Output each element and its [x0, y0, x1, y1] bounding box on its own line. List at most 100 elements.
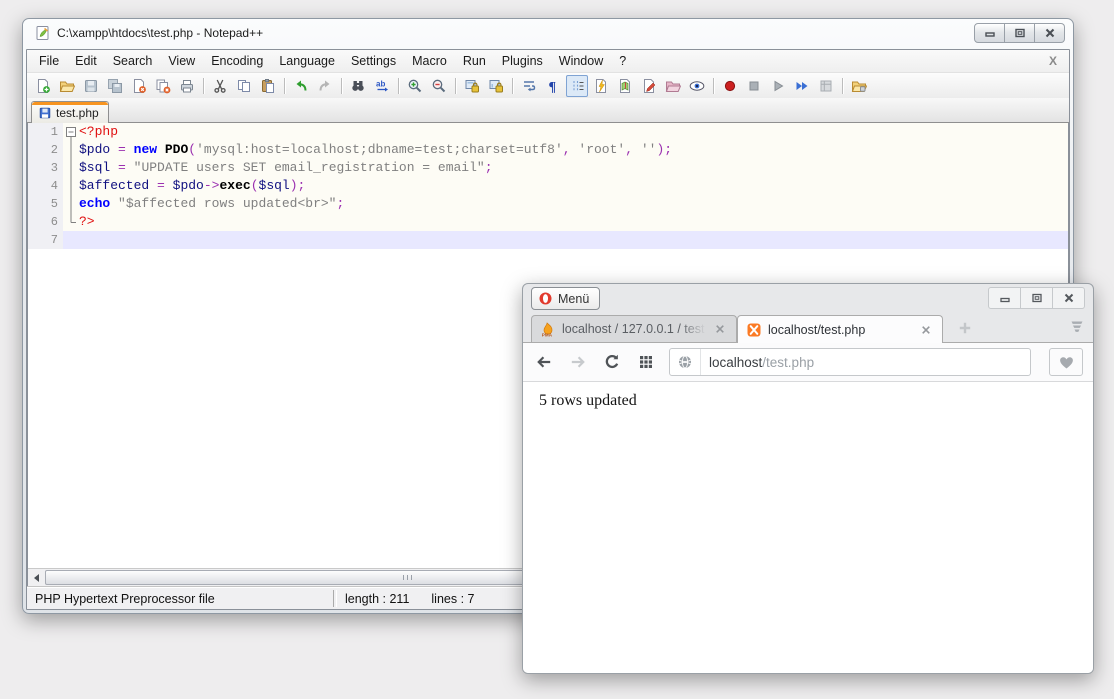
scroll-left-button[interactable]	[28, 569, 45, 586]
scrollbar-grip-icon	[403, 575, 413, 580]
opera-menu-button[interactable]: Menü	[531, 287, 600, 310]
indent-guide-icon	[569, 78, 585, 94]
open-file-button[interactable]	[56, 75, 78, 97]
code-line-5[interactable]: 5echo "$affected rows updated<br>";	[28, 195, 1068, 213]
code-line-4[interactable]: 4$affected = $pdo->exec($sql);	[28, 177, 1068, 195]
code-line-6[interactable]: 6?>	[28, 213, 1068, 231]
close-button[interactable]	[1053, 287, 1085, 309]
close-button[interactable]	[1035, 23, 1065, 43]
browser-tab-1[interactable]: PMAlocalhost / 127.0.0.1 / test	[531, 315, 737, 342]
undo-button[interactable]	[290, 75, 312, 97]
play-macro-button[interactable]	[767, 75, 789, 97]
site-badge[interactable]	[670, 349, 701, 375]
sync-horizontal-scrolling-icon	[488, 78, 504, 94]
fold-collapse-icon[interactable]	[63, 123, 79, 141]
sync-vertical-scrolling-button[interactable]	[461, 75, 483, 97]
menu-item-window[interactable]: Window	[551, 50, 611, 72]
sync-horizontal-scrolling-button[interactable]	[485, 75, 507, 97]
menu-item-search[interactable]: Search	[105, 50, 161, 72]
menu-item-help[interactable]: ?	[611, 50, 634, 72]
show-all-characters-icon: ¶	[545, 78, 561, 94]
menu-item-plugins[interactable]: Plugins	[494, 50, 551, 72]
cut-button[interactable]	[209, 75, 231, 97]
print-button[interactable]	[176, 75, 198, 97]
menu-item-settings[interactable]: Settings	[343, 50, 404, 72]
menu-item-file[interactable]: File	[31, 50, 67, 72]
code-line-1[interactable]: 1<?php	[28, 123, 1068, 141]
copy-button[interactable]	[233, 75, 255, 97]
code-line-3[interactable]: 3$sql = "UPDATE users SET email_registra…	[28, 159, 1068, 177]
toolbar-separator	[842, 78, 843, 94]
forward-button[interactable]	[567, 351, 589, 373]
close-tab-button[interactable]	[712, 321, 728, 337]
new-file-button[interactable]	[32, 75, 54, 97]
redo-button[interactable]	[314, 75, 336, 97]
save-button[interactable]	[80, 75, 102, 97]
menu-item-run[interactable]: Run	[455, 50, 494, 72]
url-host: localhost	[709, 355, 762, 370]
show-all-characters-button[interactable]: ¶	[542, 75, 564, 97]
document-switcher-button[interactable]	[638, 75, 660, 97]
menu-close-document-button[interactable]: X	[1037, 54, 1069, 68]
run-macro-multiple-button[interactable]	[791, 75, 813, 97]
bookmark-heart-button[interactable]	[1049, 348, 1083, 376]
sync-vertical-scrolling-icon	[464, 78, 480, 94]
speed-dial-button[interactable]	[635, 351, 657, 373]
zoom-in-button[interactable]	[404, 75, 426, 97]
code-line-2[interactable]: 2$pdo = new PDO('mysql:host=localhost;db…	[28, 141, 1068, 159]
folder-as-workspace-button[interactable]	[662, 75, 684, 97]
save-all-icon	[107, 78, 123, 94]
view-document-button[interactable]	[686, 75, 708, 97]
address-url[interactable]: localhost/test.php	[701, 355, 814, 370]
toolbar-separator	[398, 78, 399, 94]
back-button[interactable]	[533, 351, 555, 373]
code-line-7[interactable]: 7	[28, 231, 1068, 249]
minimize-button[interactable]	[974, 23, 1005, 43]
indent-guide-button[interactable]	[566, 75, 588, 97]
tab-menu-button[interactable]	[1069, 318, 1085, 334]
saved-file-icon	[38, 106, 52, 120]
fold-margin	[63, 213, 79, 231]
plugins-folder-button[interactable]	[848, 75, 870, 97]
new-tab-button[interactable]	[957, 320, 973, 336]
close-all-button[interactable]	[152, 75, 174, 97]
paste-button[interactable]	[257, 75, 279, 97]
function-list-button[interactable]	[590, 75, 612, 97]
browser-tab-2[interactable]: localhost/test.php	[737, 315, 943, 343]
menu-item-view[interactable]: View	[160, 50, 203, 72]
close-tab-button[interactable]	[918, 322, 934, 338]
folder-as-workspace-icon	[665, 78, 681, 94]
menu-item-edit[interactable]: Edit	[67, 50, 105, 72]
menu-item-language[interactable]: Language	[271, 50, 343, 72]
toolbar-separator	[284, 78, 285, 94]
notepad-titlebar[interactable]: C:\xampp\htdocs\test.php - Notepad++	[23, 19, 1073, 46]
save-macro-icon	[818, 78, 834, 94]
code-text: $pdo = new PDO('mysql:host=localhost;dbn…	[79, 141, 1068, 159]
svg-text:PMA: PMA	[542, 333, 553, 338]
word-wrap-button[interactable]	[518, 75, 540, 97]
close-file-button[interactable]	[128, 75, 150, 97]
run-macro-multiple-icon	[794, 78, 810, 94]
save-macro-button[interactable]	[815, 75, 837, 97]
menu-item-macro[interactable]: Macro	[404, 50, 455, 72]
menu-item-encoding[interactable]: Encoding	[203, 50, 271, 72]
minimize-button[interactable]	[988, 287, 1021, 309]
address-bar[interactable]: localhost/test.php	[669, 348, 1031, 376]
document-map-icon	[617, 78, 633, 94]
code-text: echo "$affected rows updated<br>";	[79, 195, 1068, 213]
restore-button[interactable]	[1005, 23, 1035, 43]
zoom-out-button[interactable]	[428, 75, 450, 97]
restore-button[interactable]	[1021, 287, 1053, 309]
stop-macro-button[interactable]	[743, 75, 765, 97]
browser-page[interactable]: 5 rows updated	[523, 382, 1093, 673]
tab-test-php[interactable]: test.php	[31, 101, 109, 123]
replace-button[interactable]: ab	[371, 75, 393, 97]
toolbar-separator	[341, 78, 342, 94]
reload-button[interactable]	[601, 351, 623, 373]
save-all-button[interactable]	[104, 75, 126, 97]
opera-titlebar[interactable]: Menü	[523, 284, 1093, 313]
find-button[interactable]	[347, 75, 369, 97]
document-map-button[interactable]	[614, 75, 636, 97]
record-macro-button[interactable]	[719, 75, 741, 97]
opera-window: Menü PMAlocalhost / 127.0.0.1 / testloca…	[522, 283, 1094, 674]
